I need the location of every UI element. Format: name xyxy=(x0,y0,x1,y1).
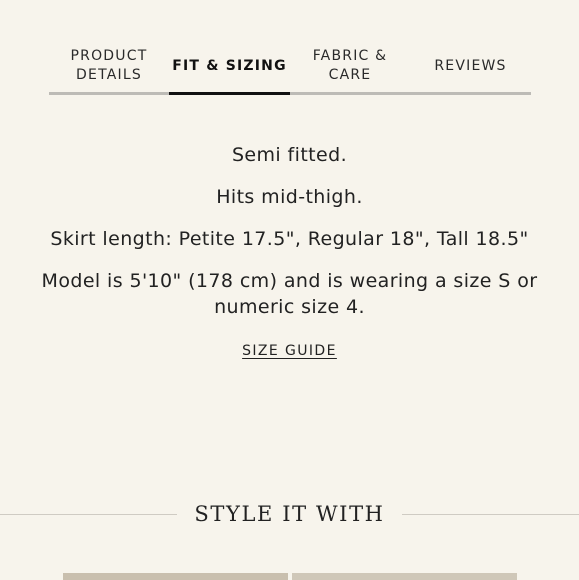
divider-right xyxy=(401,513,579,515)
style-products-row xyxy=(63,573,517,580)
product-tabs: PRODUCT DETAILS FIT & SIZING FABRIC & CA… xyxy=(49,40,531,95)
fit-sizing-panel: Semi fitted. Hits mid-thigh. Skirt lengt… xyxy=(40,142,539,364)
skirt-length: Skirt length: Petite 17.5", Regular 18",… xyxy=(50,228,529,250)
fit-description: Semi fitted. xyxy=(231,144,348,166)
tab-fabric-care[interactable]: FABRIC & CARE xyxy=(290,40,410,92)
tab-label: PRODUCT DETAILS xyxy=(70,48,148,83)
tab-label: FIT & SIZING xyxy=(172,57,287,74)
divider-left xyxy=(0,513,178,515)
tab-fit-sizing[interactable]: FIT & SIZING xyxy=(169,40,290,95)
product-thumbnail[interactable] xyxy=(63,573,288,580)
length-description: Hits mid-thigh. xyxy=(216,186,363,208)
size-guide-link[interactable]: SIZE GUIDE xyxy=(242,338,337,364)
model-size-info: Model is 5'10" (178 cm) and is wearing a… xyxy=(41,270,538,318)
tab-label: FABRIC & CARE xyxy=(312,48,388,83)
section-title: STYLE IT WITH xyxy=(194,502,385,526)
tab-reviews[interactable]: REVIEWS xyxy=(410,40,531,92)
tab-product-details[interactable]: PRODUCT DETAILS xyxy=(49,40,169,92)
tab-label: REVIEWS xyxy=(434,57,507,74)
style-it-with-header: STYLE IT WITH xyxy=(0,498,579,530)
product-thumbnail[interactable] xyxy=(292,573,517,580)
